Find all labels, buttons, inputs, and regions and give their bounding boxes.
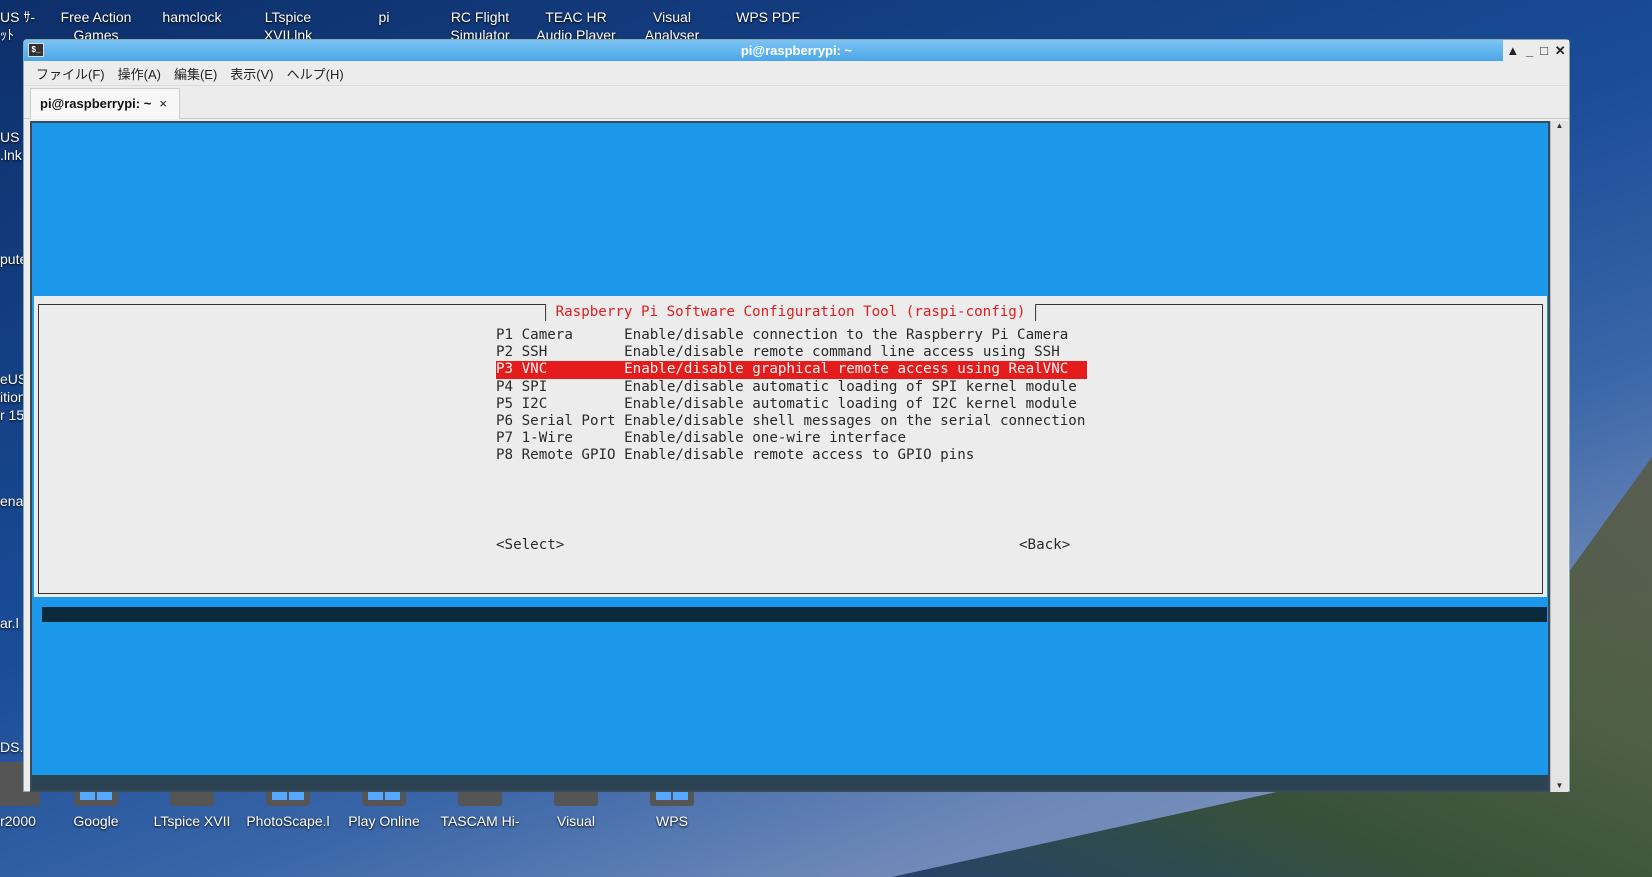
terminal-app-icon: $_ <box>28 43 44 57</box>
menu-item-description: Enable/disable automatic loading of SPI … <box>624 378 1077 395</box>
menu-item-key: P7 1-Wire <box>496 430 616 447</box>
menu-item-description: Enable/disable graphical remote access u… <box>624 361 1069 378</box>
terminal-window: $_ pi@raspberrypi: ~ ▲ _ □ ✕ ファイル(F) 操作(… <box>23 39 1570 792</box>
icon-label: Play Online <box>348 813 420 829</box>
icon-label: Free Action <box>60 9 132 25</box>
desktop-icon[interactable]: Visual <box>528 762 624 830</box>
desktop-icon[interactable]: hamclock <box>144 8 240 26</box>
tab-terminal[interactable]: pi@raspberrypi: ~ × <box>30 88 180 119</box>
icon-label: PhotoScape.l <box>246 813 330 829</box>
menu-help[interactable]: ヘルプ(H) <box>287 64 344 83</box>
icon-label: Google <box>73 813 119 829</box>
back-button[interactable]: <Back> <box>1019 537 1070 554</box>
desktop-icon[interactable]: WPS <box>624 762 720 830</box>
scrollbar[interactable]: ▲ ▼ <box>1550 121 1568 792</box>
scroll-up-icon[interactable]: ▲ <box>1551 121 1568 130</box>
terminal-bottom-strip <box>32 775 1548 790</box>
desktop-icon[interactable]: LTspice XVII <box>144 762 240 830</box>
menu-item-description: Enable/disable automatic loading of I2C … <box>624 395 1077 412</box>
scroll-down-icon[interactable]: ▼ <box>1551 781 1568 790</box>
menu-item-key: P1 Camera <box>496 327 616 343</box>
menu-item[interactable]: P3 VNC Enable/disable graphical remote a… <box>496 361 1087 379</box>
desktop-icon[interactable]: Google <box>48 762 144 830</box>
icon-label: RC Flight <box>450 9 510 25</box>
window-title: pi@raspberrypi: ~ <box>740 43 853 58</box>
icon-label: Visual <box>653 9 691 25</box>
tab-bar: pi@raspberrypi: ~ × <box>24 86 1569 119</box>
menu-item[interactable]: P4 SPI Enable/disable automatic loading … <box>496 379 1087 396</box>
desktop-icon[interactable]: TASCAM Hi- <box>432 762 528 830</box>
icon-label: pi <box>378 9 390 25</box>
menu-item-key: P2 SSH <box>496 344 616 361</box>
menu-item-key: P3 VNC <box>496 361 616 378</box>
menu-item-description: Enable/disable shell messages on the ser… <box>624 412 1086 429</box>
icon-label: WPS PDF <box>736 9 800 25</box>
menu-item[interactable]: P6 Serial Port Enable/disable shell mess… <box>496 413 1087 430</box>
menu-item-description: Enable/disable remote command line acces… <box>624 344 1060 361</box>
tab-close-icon[interactable]: × <box>159 89 167 119</box>
menu-list: P1 Camera Enable/disable connection to t… <box>496 327 1087 465</box>
icon-label: TEAC HR <box>545 9 607 25</box>
menu-action[interactable]: 操作(A) <box>118 64 161 83</box>
icon-label: Visual <box>557 813 595 829</box>
desktop-icon[interactable]: pi <box>336 8 432 26</box>
menu-item-key: P5 I2C <box>496 395 616 412</box>
menu-item-description: Enable/disable one-wire interface <box>624 430 907 447</box>
menu-item[interactable]: P2 SSH Enable/disable remote command lin… <box>496 344 1087 361</box>
maximize-button[interactable]: □ <box>1540 40 1548 61</box>
menu-item-key: P8 Remote GPIO <box>496 447 616 464</box>
menu-bar: ファイル(F) 操作(A) 編集(E) 表示(V) ヘルプ(H) <box>24 61 1569 86</box>
menu-item[interactable]: P8 Remote GPIO Enable/disable remote acc… <box>496 447 1087 464</box>
icon-label: TASCAM Hi- <box>440 813 520 829</box>
terminal-screen[interactable]: Raspberry Pi Software Configuration Tool… <box>30 121 1550 792</box>
menu-item-description: Enable/disable connection to the Raspber… <box>624 327 1069 343</box>
desktop-icon-partial-label[interactable]: ar.l <box>0 614 19 632</box>
desktop-icon[interactable]: PhotoScape.l <box>240 762 336 830</box>
raspi-config-dialog: Raspberry Pi Software Configuration Tool… <box>34 296 1547 597</box>
title-bar[interactable]: $_ pi@raspberrypi: ~ ▲ _ □ ✕ <box>24 40 1569 61</box>
menu-edit[interactable]: 編集(E) <box>174 64 217 83</box>
desktop-icon[interactable]: Play Online <box>336 762 432 830</box>
minimize-button[interactable]: _ <box>1526 40 1533 61</box>
menu-item-key: P6 Serial Port <box>496 412 616 429</box>
menu-item[interactable]: P1 Camera Enable/disable connection to t… <box>496 327 1087 344</box>
menu-file[interactable]: ファイル(F) <box>36 64 105 83</box>
icon-label: LTspice <box>264 9 312 25</box>
icon-label: WPS <box>656 813 688 829</box>
menu-item-description: Enable/disable remote access to GPIO pin… <box>624 447 975 464</box>
desktop-icon[interactable]: WPS PDF <box>720 8 816 26</box>
shade-button[interactable]: ▲ <box>1506 40 1519 61</box>
icon-label: hamclock <box>162 9 222 25</box>
desktop-icon-partial-label[interactable]: US .lnk <box>0 128 22 164</box>
menu-view[interactable]: 表示(V) <box>230 64 273 83</box>
icon-label: LTspice XVII <box>153 813 231 829</box>
close-button[interactable]: ✕ <box>1555 40 1566 61</box>
dialog-shadow <box>42 607 1547 622</box>
menu-item[interactable]: P7 1-Wire Enable/disable one-wire interf… <box>496 430 1087 447</box>
menu-item-key: P4 SPI <box>496 378 616 395</box>
dialog-title: Raspberry Pi Software Configuration Tool… <box>544 304 1037 321</box>
tab-label: pi@raspberrypi: ~ <box>40 96 152 111</box>
select-button[interactable]: <Select> <box>496 537 564 554</box>
menu-item[interactable]: P5 I2C Enable/disable automatic loading … <box>496 396 1087 413</box>
